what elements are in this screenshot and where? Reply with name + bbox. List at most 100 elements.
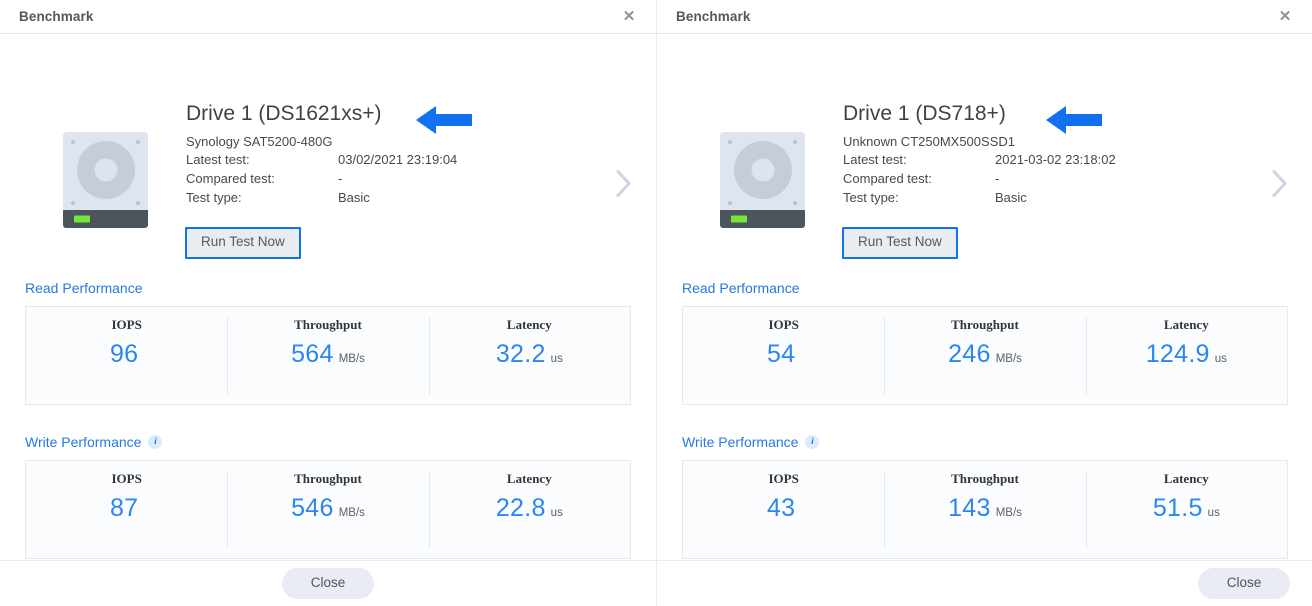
- run-test-now-button[interactable]: Run Test Now: [185, 227, 301, 259]
- run-test-now-button[interactable]: Run Test Now: [842, 227, 958, 259]
- metric-latency: Latency 22.8 us: [428, 461, 630, 558]
- read-performance-section: Read Performance IOPS 54 Throughput 246: [682, 280, 1288, 405]
- metric-value: 143: [948, 494, 991, 522]
- metric-unit: us: [550, 507, 563, 519]
- metric-label: Latency: [506, 471, 552, 486]
- metric-unit: MB/s: [995, 353, 1022, 365]
- compared-test-value: -: [995, 171, 1000, 186]
- metric-throughput: Throughput 564 MB/s: [227, 307, 428, 404]
- metric-unit: us: [1207, 507, 1220, 519]
- latest-test-label: Latest test:: [186, 152, 250, 167]
- drive-info-table: Synology SAT5200-480G Latest test: 03/02…: [186, 134, 457, 205]
- metric-value: 124.9: [1145, 340, 1210, 368]
- metric-value: 32.2: [495, 340, 546, 368]
- drive-led-icon: [74, 215, 90, 223]
- window-titlebar: Benchmark ✕: [657, 0, 1312, 34]
- info-icon[interactable]: i: [148, 435, 163, 449]
- write-performance-section: Write Performance i IOPS 43 Throughput 1…: [682, 434, 1288, 559]
- test-type-value: Basic: [995, 190, 1027, 205]
- metric-iops: IOPS 87: [26, 461, 227, 558]
- chevron-right-icon[interactable]: [1271, 168, 1288, 205]
- benchmark-comparison-screen: Benchmark ✕ Drive 1 (DS1621xs+) Synology: [0, 0, 1312, 606]
- metric-label: IOPS: [111, 317, 142, 332]
- window-title: Benchmark: [19, 9, 94, 24]
- window-titlebar: Benchmark ✕: [0, 0, 656, 34]
- drive-model: Synology SAT5200-480G: [186, 134, 333, 149]
- read-performance-label: Read Performance: [25, 280, 143, 296]
- metric-label: IOPS: [768, 471, 799, 486]
- metric-label: Latency: [1163, 317, 1209, 332]
- write-metrics-box: IOPS 43 Throughput 143 MB/s Latency 51.5…: [682, 460, 1288, 559]
- window-body: Drive 1 (DS718+) Unknown CT250MX500SSD1 …: [657, 34, 1312, 560]
- metric-label: Latency: [506, 317, 552, 332]
- window-body: Drive 1 (DS1621xs+) Synology SAT5200-480…: [0, 34, 656, 560]
- metric-throughput: Throughput 143 MB/s: [884, 461, 1085, 558]
- drive-info-table: Unknown CT250MX500SSD1 Latest test: 2021…: [843, 134, 1116, 205]
- write-performance-label: Write Performance: [25, 434, 142, 450]
- drive-title: Drive 1 (DS1621xs+): [186, 102, 382, 125]
- metric-latency: Latency 51.5 us: [1085, 461, 1287, 558]
- test-type-label: Test type:: [843, 190, 899, 205]
- metric-iops: IOPS 96: [26, 307, 227, 404]
- metric-iops: IOPS 43: [683, 461, 884, 558]
- metric-label: IOPS: [768, 317, 799, 332]
- metric-unit: MB/s: [338, 353, 365, 365]
- metric-throughput: Throughput 246 MB/s: [884, 307, 1085, 404]
- metric-iops: IOPS 54: [683, 307, 884, 404]
- compared-test-value: -: [338, 171, 343, 186]
- read-performance-section: Read Performance IOPS 96 Throughput 564: [25, 280, 631, 405]
- metric-value: 87: [109, 494, 139, 522]
- drive-model: Unknown CT250MX500SSD1: [843, 134, 1015, 149]
- write-metrics-box: IOPS 87 Throughput 546 MB/s Latency 22.8…: [25, 460, 631, 559]
- close-icon[interactable]: ✕: [618, 6, 640, 28]
- drive-title: Drive 1 (DS718+): [843, 102, 1006, 125]
- metric-value: 546: [291, 494, 334, 522]
- latest-test-value: 2021-03-02 23:18:02: [995, 152, 1116, 167]
- benchmark-window-left: Benchmark ✕ Drive 1 (DS1621xs+) Synology: [0, 0, 656, 606]
- latest-test-value: 03/02/2021 23:19:04: [338, 152, 458, 167]
- metric-value: 96: [109, 340, 139, 368]
- metric-label: Throughput: [294, 317, 362, 332]
- write-performance-heading: Write Performance i: [25, 434, 631, 450]
- hard-drive-icon: [63, 132, 148, 228]
- read-performance-label: Read Performance: [682, 280, 800, 296]
- drive-led-icon: [731, 215, 747, 223]
- metric-unit: MB/s: [995, 507, 1022, 519]
- metric-value: 22.8: [495, 494, 546, 522]
- read-performance-heading: Read Performance: [25, 280, 631, 296]
- close-button[interactable]: Close: [282, 568, 374, 599]
- info-icon[interactable]: i: [805, 435, 820, 449]
- window-footer: Close: [657, 560, 1312, 606]
- metric-value: 54: [766, 340, 796, 368]
- window-footer: Close: [0, 560, 656, 606]
- metric-unit: us: [1214, 353, 1227, 365]
- metric-throughput: Throughput 546 MB/s: [227, 461, 428, 558]
- chevron-right-icon[interactable]: [615, 168, 632, 205]
- metric-label: IOPS: [111, 471, 142, 486]
- latest-test-label: Latest test:: [843, 152, 907, 167]
- metric-label: Throughput: [294, 471, 362, 486]
- metric-value: 246: [948, 340, 991, 368]
- read-performance-heading: Read Performance: [682, 280, 1288, 296]
- metric-value: 51.5: [1152, 494, 1203, 522]
- hard-drive-icon: [720, 132, 805, 228]
- close-button[interactable]: Close: [1198, 568, 1290, 599]
- test-type-value: Basic: [338, 190, 370, 205]
- compared-test-label: Compared test:: [843, 171, 932, 186]
- write-performance-label: Write Performance: [682, 434, 799, 450]
- metric-latency: Latency 124.9 us: [1085, 307, 1287, 404]
- metric-unit: us: [550, 353, 563, 365]
- metric-latency: Latency 32.2 us: [428, 307, 630, 404]
- metric-label: Throughput: [951, 317, 1019, 332]
- compared-test-label: Compared test:: [186, 171, 275, 186]
- metric-value: 564: [291, 340, 334, 368]
- test-type-label: Test type:: [186, 190, 242, 205]
- window-title: Benchmark: [676, 9, 751, 24]
- close-icon[interactable]: ✕: [1274, 6, 1296, 28]
- metric-unit: MB/s: [338, 507, 365, 519]
- write-performance-section: Write Performance i IOPS 87 Throughput 5…: [25, 434, 631, 559]
- metric-label: Latency: [1163, 471, 1209, 486]
- read-metrics-box: IOPS 96 Throughput 564 MB/s Latency 32.2…: [25, 306, 631, 405]
- benchmark-window-right: Benchmark ✕ Drive 1 (DS718+) Unknown CT2…: [656, 0, 1312, 606]
- metric-value: 43: [766, 494, 796, 522]
